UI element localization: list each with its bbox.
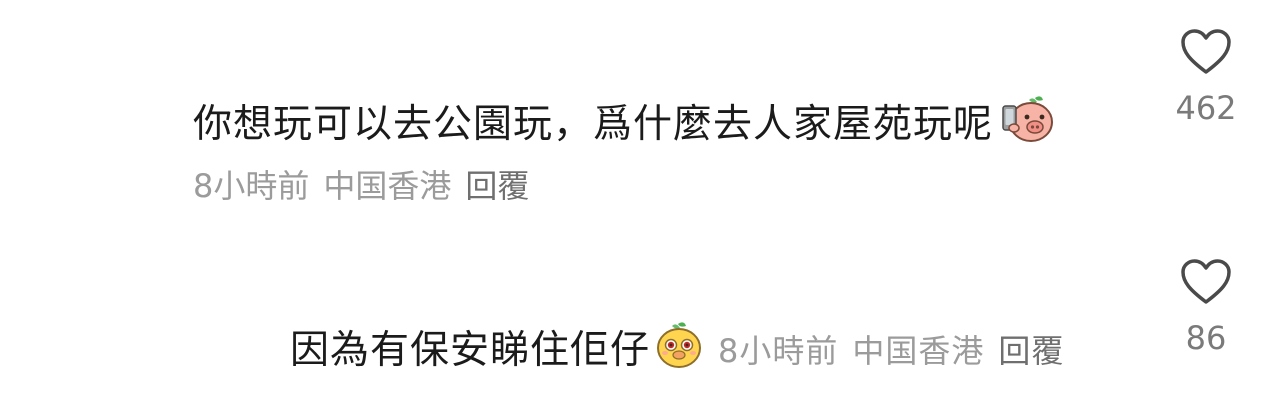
heart-icon[interactable] (1180, 28, 1232, 76)
like-control[interactable]: 86 (1156, 258, 1256, 358)
comment-meta: 8小時前 中国香港 回覆 (193, 166, 529, 206)
like-count: 462 (1175, 89, 1237, 127)
comment-time: 8小時前 (718, 332, 839, 370)
comment-location: 中国香港 (323, 167, 452, 205)
comment-time: 8小時前 (193, 167, 310, 205)
heart-icon[interactable] (1180, 258, 1232, 306)
comment-meta: 8小時前 中国香港 回覆 (718, 327, 1064, 375)
yellow-creature-emoji-icon (654, 320, 704, 382)
comment-body: 因為有保安睇住佢仔 8小時前 中国香港 回覆 (290, 320, 1064, 382)
reply-button[interactable]: 回覆 (465, 166, 529, 206)
comment-item: 因為有保安睇住佢仔 8小時前 中国香港 回覆 86 (0, 210, 1284, 408)
pig-phone-emoji-icon (997, 94, 1055, 156)
reply-button[interactable]: 回覆 (998, 327, 1064, 375)
like-count: 86 (1185, 319, 1227, 357)
like-control[interactable]: 462 (1156, 28, 1256, 128)
comment-body: 你想玩可以去公園玩，爲什麼去人家屋苑玩呢 (193, 94, 1055, 156)
comment-location: 中国香港 (852, 332, 985, 370)
comment-text: 因為有保安睇住佢仔 (290, 328, 651, 373)
comment-text: 你想玩可以去公園玩，爲什麼去人家屋苑玩呢 (193, 102, 994, 147)
comment-item: 你想玩可以去公園玩，爲什麼去人家屋苑玩呢 8小時前 中国香港 回覆 462 (0, 0, 1284, 210)
